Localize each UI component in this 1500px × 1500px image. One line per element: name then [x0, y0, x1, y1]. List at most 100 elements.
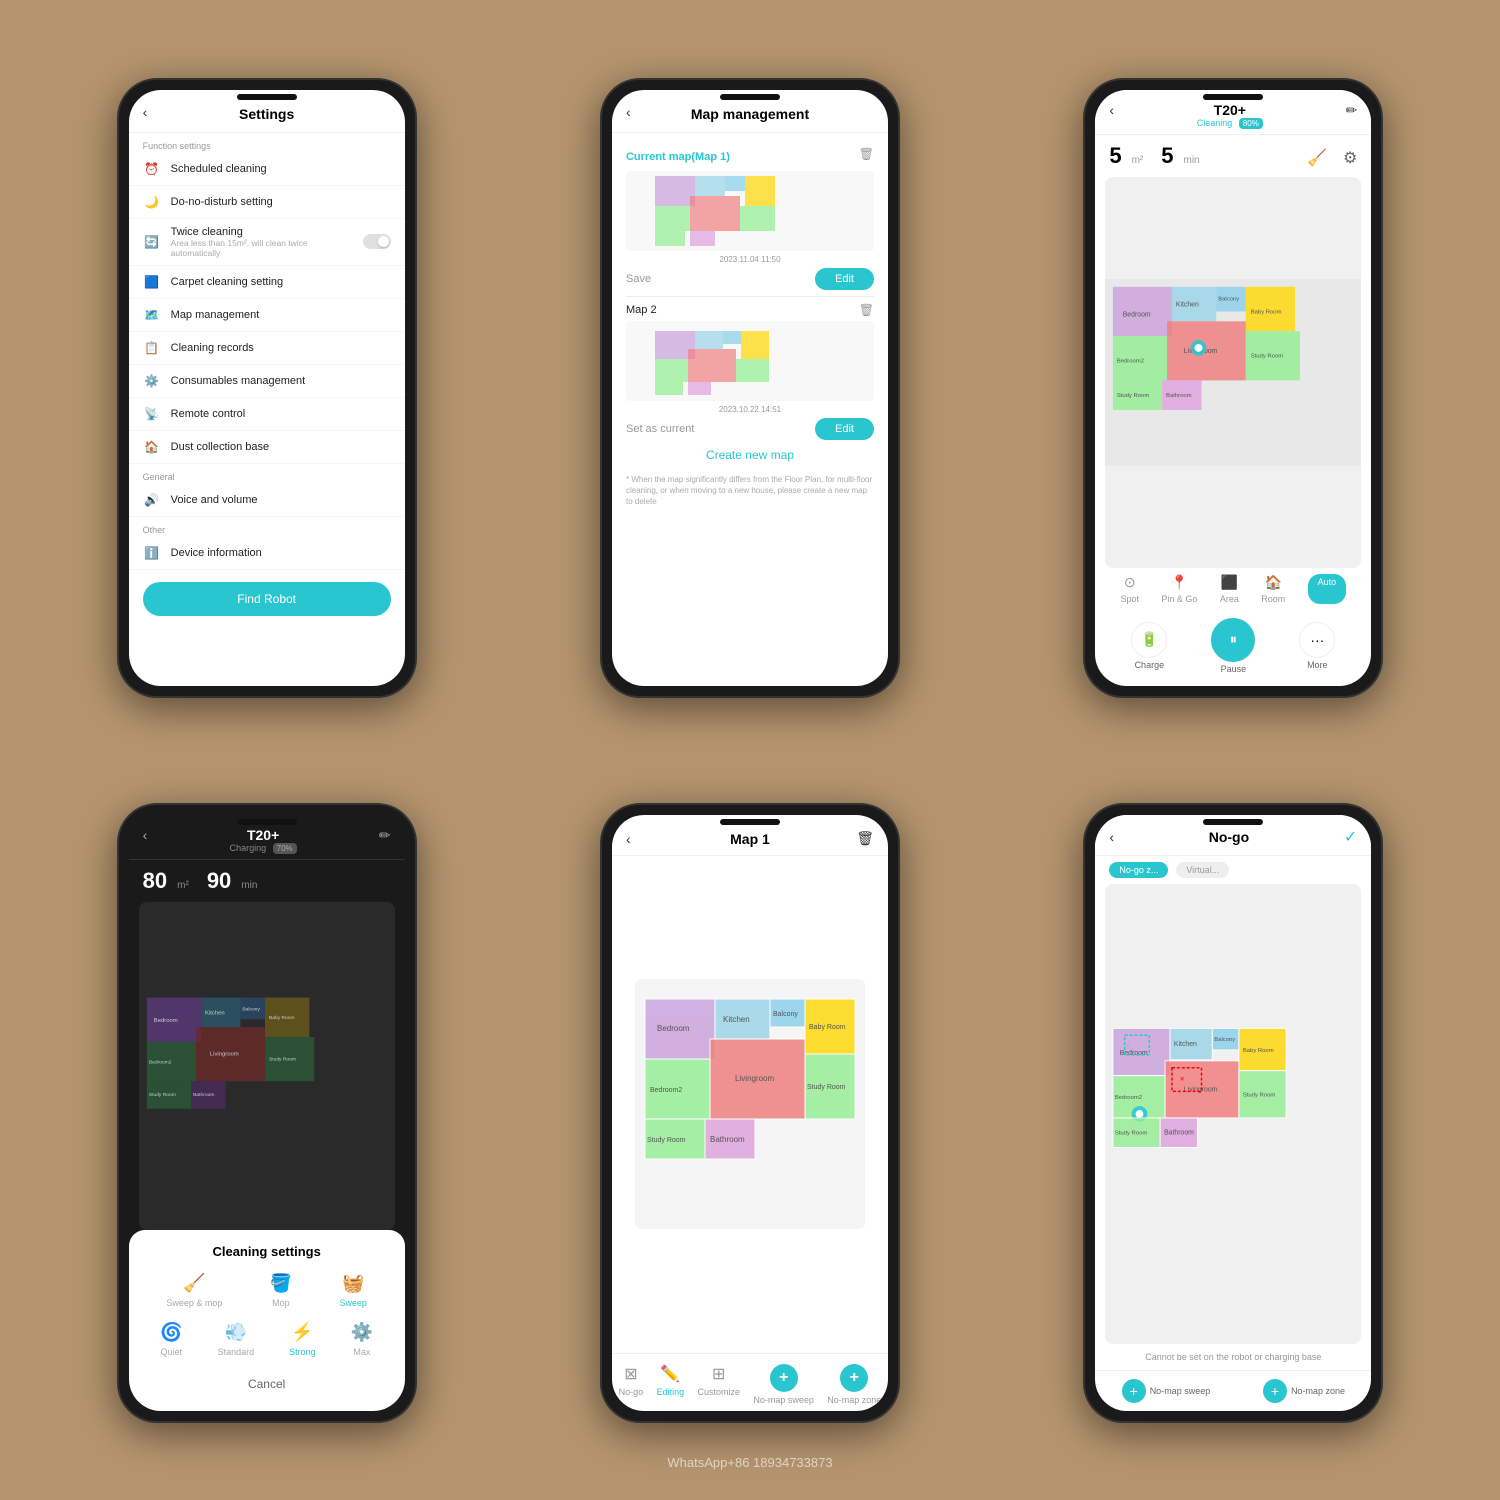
phone2-back[interactable]: ‹ [626, 104, 631, 120]
phone1-section2: General [129, 464, 405, 484]
phone5-notch [720, 819, 780, 825]
twice-icon: 🔄 [143, 233, 161, 251]
settings-map[interactable]: 🗺️ Map management [129, 299, 405, 332]
pause-button[interactable]: ⏸ [1211, 618, 1255, 662]
settings-carpet[interactable]: 🟦 Carpet cleaning setting [129, 266, 405, 299]
svg-text:Balcony: Balcony [242, 1006, 260, 1012]
phone6-back[interactable]: ‹ [1109, 829, 1114, 845]
max-item[interactable]: ⚙️ Max [351, 1322, 373, 1357]
customize-tool-label: Customize [697, 1387, 740, 1397]
mode-pingo[interactable]: 📍Pin & Go [1161, 574, 1197, 604]
strong-item[interactable]: ⚡ Strong [289, 1322, 316, 1357]
svg-text:Bedroom2: Bedroom2 [149, 1059, 172, 1065]
nogo-tab1[interactable]: No-go z... [1109, 862, 1168, 878]
svg-text:Baby Room: Baby Room [809, 1024, 846, 1031]
mode-room[interactable]: 🏠Room [1261, 574, 1285, 604]
standard-icon: 💨 [225, 1322, 247, 1343]
mode-spot[interactable]: ⊙Spot [1121, 574, 1140, 604]
map1-delete-icon[interactable]: 🗑 [859, 147, 874, 161]
phone5-delete[interactable]: 🗑 [856, 830, 874, 847]
cs-title: Cleaning settings [143, 1244, 391, 1259]
settings-twice[interactable]: 🔄 Twice cleaning Area less than 15m², wi… [129, 219, 405, 266]
svg-text:Bedroom2: Bedroom2 [1117, 358, 1144, 364]
charge-button[interactable]: 🔋 [1131, 622, 1167, 658]
add-sweep-label: No-map sweep [1150, 1386, 1211, 1396]
phone5-back[interactable]: ‹ [626, 831, 631, 847]
sweep-mode-row: 🧹 Sweep & mop 🪣 Mop 🧺 Sweep [143, 1273, 391, 1308]
phone4-map-svg: Bedroom Kitchen Balcony Baby Room Bedroo… [139, 902, 395, 1230]
phone4-area: 80 [143, 868, 167, 894]
svg-text:Livingroom: Livingroom [735, 1074, 774, 1083]
dnd-text: Do-no-disturb setting [171, 196, 391, 208]
twice-toggle[interactable] [363, 234, 391, 249]
phone4-status: Charging [230, 843, 267, 853]
phone1-wrapper: ‹ Settings Function settings ⏰ Scheduled… [40, 40, 493, 735]
more-button[interactable]: ··· [1299, 622, 1335, 658]
phone4-edit-icon[interactable]: ✏ [379, 827, 391, 844]
suction-row: 🌀 Quiet 💨 Standard ⚡ Strong ⚙️ Max [143, 1322, 391, 1357]
svg-text:Study Room: Study Room [149, 1092, 176, 1098]
nogo-tab2[interactable]: Virtual... [1176, 862, 1229, 878]
sweep-item[interactable]: 🧺 Sweep [339, 1273, 367, 1308]
quiet-item[interactable]: 🌀 Quiet [160, 1322, 182, 1357]
map1-edit-button[interactable]: Edit [815, 268, 874, 290]
cs-cancel-button[interactable]: Cancel [143, 1371, 391, 1397]
settings-consumables[interactable]: ⚙️ Consumables management [129, 365, 405, 398]
find-robot-button[interactable]: Find Robot [143, 582, 391, 616]
voice-icon: 🔊 [143, 491, 161, 509]
settings-dnd[interactable]: 🌙 Do-no-disturb setting [129, 186, 405, 219]
phone3-mop-icon: 🧹 [1307, 148, 1327, 168]
phone6-tabs: No-go z... Virtual... [1095, 856, 1371, 884]
svg-text:Study Room: Study Room [807, 1084, 846, 1091]
phone5-screen: ‹ Map 1 🗑 Bedroom Kitchen Balcony Ba [612, 815, 888, 1411]
svg-text:Livingroom: Livingroom [1184, 1086, 1218, 1093]
tool-nogo[interactable]: ⊠ No-go [619, 1364, 644, 1405]
mode-auto[interactable]: Auto [1308, 574, 1347, 604]
phone6-confirm-icon[interactable]: ✓ [1344, 827, 1357, 847]
nogo-add-zone[interactable]: + No-map zone [1263, 1379, 1345, 1403]
tool-add-nosweep[interactable]: + No-map sweep [753, 1364, 814, 1405]
mode-area[interactable]: ⬛Area [1220, 574, 1239, 604]
mop-item[interactable]: 🪣 Mop [270, 1273, 292, 1308]
sweep-mop-item[interactable]: 🧹 Sweep & mop [166, 1273, 222, 1308]
phone3-stats: 5 m² 5 min 🧹 ⚙ [1095, 135, 1371, 177]
phone5-map-large: Bedroom Kitchen Balcony Baby Room Bedroo… [635, 979, 865, 1229]
svg-text:×: × [1127, 1043, 1130, 1049]
phone4: ‹ T20+ Charging 70% ✏ 80 m² 90 min [117, 803, 417, 1423]
settings-device[interactable]: ℹ️ Device information [129, 537, 405, 570]
map2-setcurrent-button[interactable]: Set as current [626, 423, 694, 435]
standard-item[interactable]: 💨 Standard [218, 1322, 255, 1357]
tool-editing[interactable]: ✏️ Editing [657, 1364, 685, 1405]
map1-save-button[interactable]: Save [626, 273, 651, 285]
settings-scheduled[interactable]: ⏰ Scheduled cleaning [129, 153, 405, 186]
svg-text:Study Room: Study Room [1117, 393, 1150, 399]
create-map-button[interactable]: Create new map [626, 448, 874, 462]
phone3-settings-icon[interactable]: ✏ [1346, 102, 1358, 119]
add-zone-label: No-map zone [827, 1395, 881, 1405]
map2-edit-button[interactable]: Edit [815, 418, 874, 440]
phone6-bottom: + No-map sweep + No-map zone [1095, 1370, 1371, 1411]
dust-text: Dust collection base [171, 441, 391, 453]
max-icon: ⚙️ [351, 1322, 373, 1343]
nogo-add-sweep[interactable]: + No-map sweep [1122, 1379, 1211, 1403]
svg-text:Baby Room: Baby Room [1251, 309, 1282, 315]
tool-add-zone[interactable]: + No-map zone [827, 1364, 881, 1405]
map2-preview [626, 321, 874, 401]
remote-icon: 📡 [143, 405, 161, 423]
phone1-back[interactable]: ‹ [143, 104, 148, 120]
phone3-wrapper: ‹ T20+ Cleaning 80% ✏ 5 m² 5 min 🧹 ⚙ [1007, 40, 1460, 735]
settings-voice[interactable]: 🔊 Voice and volume [129, 484, 405, 517]
settings-remote[interactable]: 📡 Remote control [129, 398, 405, 431]
phone5-toolbar: ⊠ No-go ✏️ Editing ⊞ Customize + No-map … [612, 1353, 888, 1411]
remote-text: Remote control [171, 408, 391, 420]
settings-dust[interactable]: 🏠 Dust collection base [129, 431, 405, 464]
settings-records[interactable]: 📋 Cleaning records [129, 332, 405, 365]
svg-text:Kitchen: Kitchen [1176, 301, 1199, 308]
tool-customize[interactable]: ⊞ Customize [697, 1364, 740, 1405]
map2-delete-icon[interactable]: 🗑 [859, 303, 874, 317]
current-map-label: Current map(Map 1) [626, 151, 730, 163]
phone3-settings-icon2[interactable]: ⚙ [1343, 148, 1357, 168]
phone4-notch [237, 819, 297, 825]
map-text: Map management [171, 309, 391, 321]
map-icon: 🗺️ [143, 306, 161, 324]
